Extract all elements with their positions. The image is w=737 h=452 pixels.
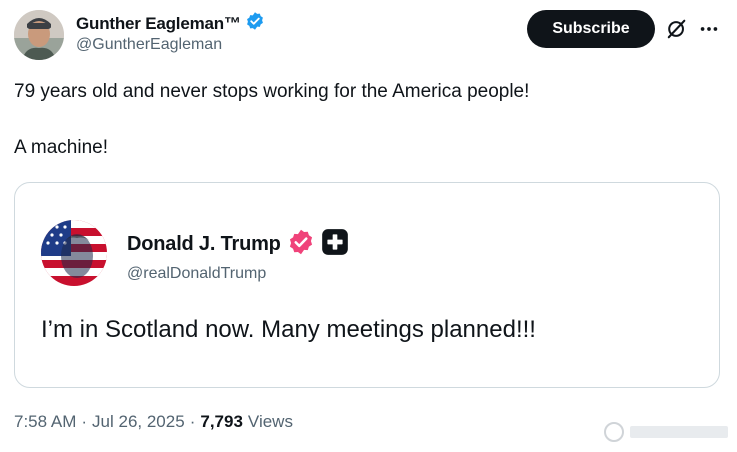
author-handle[interactable]: @GuntherEagleman (76, 36, 222, 54)
more-icon[interactable] (698, 18, 720, 40)
post-date[interactable]: Jul 26, 2025 (92, 412, 185, 432)
quoted-author-name-line[interactable]: Donald J. Trump (127, 228, 349, 261)
post-text: 79 years old and never stops working for… (14, 81, 530, 158)
truth-social-plus-icon (321, 228, 349, 261)
post-header: Gunther Eagleman™ @GuntherEagleman Subsc… (14, 10, 723, 60)
quoted-post-text: I’m in Scotland now. Many meetings plann… (41, 316, 536, 343)
post-metadata: 7:58 AM · Jul 26, 2025 · 7,793 Views (14, 412, 293, 432)
quoted-author-display-name[interactable]: Donald J. Trump (127, 233, 281, 256)
views-label: Views (247, 412, 293, 431)
meta-separator: · (189, 412, 196, 431)
grok-icon[interactable] (666, 18, 688, 40)
verified-badge-icon (287, 228, 315, 261)
author-avatar[interactable] (14, 10, 64, 60)
post-time[interactable]: 7:58 AM (14, 412, 76, 432)
quoted-author-avatar[interactable] (41, 220, 107, 286)
verified-badge-icon (245, 11, 265, 36)
subscribe-button[interactable]: Subscribe (527, 10, 655, 48)
author-display-name[interactable]: Gunther Eagleman™ (76, 14, 241, 34)
views-count: 7,793 (200, 412, 243, 431)
author-name-line[interactable]: Gunther Eagleman™ (76, 11, 265, 36)
watermark-logo (604, 420, 732, 444)
meta-separator: · (81, 412, 88, 431)
quoted-post-card[interactable]: Donald J. Trump @realDonaldTrump I’m in … (14, 182, 720, 388)
quoted-author-handle[interactable]: @realDonaldTrump (127, 265, 266, 283)
